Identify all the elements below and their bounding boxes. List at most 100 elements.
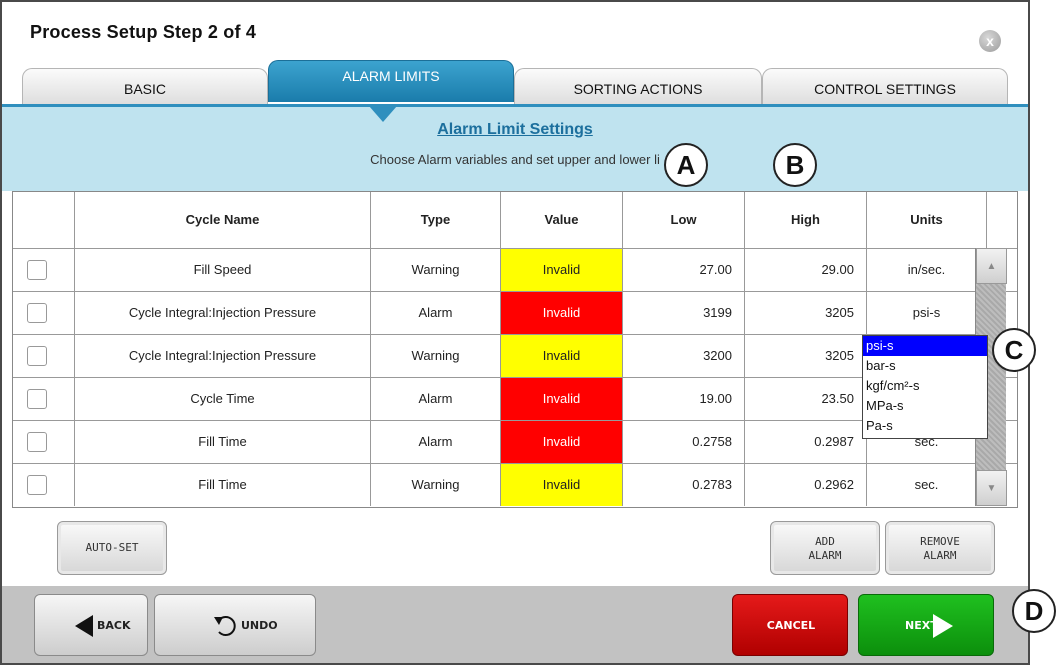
next-arrow-icon [933, 614, 953, 638]
undo-button[interactable]: UNDO [154, 594, 316, 656]
value-cell: Invalid [501, 249, 623, 291]
type-cell: Alarm [371, 378, 501, 420]
low-input[interactable]: 0.2758 [623, 421, 745, 463]
row-checkbox[interactable] [27, 432, 47, 452]
cycle-name-cell: Cycle Time [75, 378, 371, 420]
type-cell: Warning [371, 249, 501, 291]
units-option-mpa-s[interactable]: MPa-s [863, 396, 987, 416]
close-icon[interactable]: x [979, 30, 1001, 52]
value-cell: Invalid [501, 335, 623, 377]
low-input[interactable]: 0.2783 [623, 464, 745, 506]
low-input[interactable]: 3199 [623, 292, 745, 334]
high-input[interactable]: 23.50 [745, 378, 867, 420]
header-select [13, 192, 75, 248]
header-low: Low [623, 192, 745, 248]
remove-alarm-label-2: ALARM [923, 549, 957, 562]
settings-banner: Alarm Limit Settings Choose Alarm variab… [2, 107, 1028, 191]
high-input[interactable]: 29.00 [745, 249, 867, 291]
next-button[interactable]: NEXT [858, 594, 994, 656]
type-cell: Alarm [371, 421, 501, 463]
units-option-kgf-cm2-s[interactable]: kgf/cm²-s [863, 376, 987, 396]
units-option-pa-s[interactable]: Pa-s [863, 416, 987, 436]
type-cell: Warning [371, 464, 501, 506]
callout-b: B [773, 143, 817, 187]
type-cell: Alarm [371, 292, 501, 334]
low-input[interactable]: 27.00 [623, 249, 745, 291]
back-arrow-icon [75, 615, 93, 637]
scroll-up-icon[interactable]: ▲ [976, 248, 1007, 284]
low-input[interactable]: 3200 [623, 335, 745, 377]
callout-a: A [664, 143, 708, 187]
row-select [13, 378, 75, 420]
header-value: Value [501, 192, 623, 248]
high-input[interactable]: 3205 [745, 292, 867, 334]
undo-icon [214, 616, 236, 636]
row-select [13, 292, 75, 334]
scroll-down-icon[interactable]: ▼ [976, 470, 1007, 506]
units-value: psi-s [912, 305, 941, 320]
cycle-name-cell: Cycle Integral:Injection Pressure [75, 292, 371, 334]
title-bar: Process Setup Step 2 of 4 x [2, 2, 1028, 64]
tab-bar: BASIC ALARM LIMITS SORTING ACTIONS CONTR… [2, 60, 1028, 106]
tab-basic[interactable]: BASIC [22, 68, 268, 104]
value-cell: Invalid [501, 464, 623, 506]
cancel-label: CANCEL [766, 619, 816, 632]
banner-subtitle: Choose Alarm variables and set upper and… [370, 152, 660, 167]
callout-c: C [992, 328, 1036, 372]
units-select[interactable]: sec.▽ [867, 464, 987, 506]
banner-title: Alarm Limit Settings [437, 121, 593, 138]
units-value: sec. [914, 477, 939, 492]
table-row[interactable]: Cycle Integral:Injection Pressure Alarm … [13, 292, 1017, 335]
back-label: BACK [97, 619, 131, 632]
units-option-bar-s[interactable]: bar-s [863, 356, 987, 376]
high-input[interactable]: 0.2987 [745, 421, 867, 463]
callout-d: D [1012, 589, 1056, 633]
table-row[interactable]: Fill Speed Warning Invalid 27.00 29.00 i… [13, 249, 1017, 292]
cycle-name-cell: Cycle Integral:Injection Pressure [75, 335, 371, 377]
row-select [13, 421, 75, 463]
cycle-name-cell: Fill Speed [75, 249, 371, 291]
table-header: Cycle Name Type Value Low High Units [13, 192, 1017, 249]
header-cycle-name: Cycle Name [75, 192, 371, 248]
header-units: Units [867, 192, 987, 248]
high-input[interactable]: 0.2962 [745, 464, 867, 506]
row-checkbox[interactable] [27, 475, 47, 495]
back-button[interactable]: BACK [34, 594, 148, 656]
units-value: in/sec. [907, 262, 946, 277]
header-type: Type [371, 192, 501, 248]
remove-alarm-button[interactable]: REMOVE ALARM [885, 521, 995, 575]
window-title: Process Setup Step 2 of 4 [30, 22, 257, 42]
units-dropdown-list[interactable]: psi-s bar-s kgf/cm²-s MPa-s Pa-s [862, 335, 988, 439]
tab-sorting-actions[interactable]: SORTING ACTIONS [514, 68, 762, 104]
header-high: High [745, 192, 867, 248]
tab-alarm-limits[interactable]: ALARM LIMITS [268, 60, 514, 102]
active-tab-pointer [369, 106, 397, 122]
cycle-name-cell: Fill Time [75, 421, 371, 463]
add-alarm-button[interactable]: ADD ALARM [770, 521, 880, 575]
units-select[interactable]: psi-s△ [867, 292, 987, 334]
units-option-psi-s[interactable]: psi-s [863, 336, 987, 356]
value-cell: Invalid [501, 292, 623, 334]
tab-control-settings[interactable]: CONTROL SETTINGS [762, 68, 1008, 104]
cycle-name-cell: Fill Time [75, 464, 371, 506]
row-select [13, 249, 75, 291]
units-select[interactable]: in/sec.▽ [867, 249, 987, 291]
process-setup-window: Process Setup Step 2 of 4 x BASIC ALARM … [0, 0, 1030, 665]
auto-set-button[interactable]: AUTO-SET [57, 521, 167, 575]
row-select [13, 335, 75, 377]
table-row[interactable]: Fill Time Warning Invalid 0.2783 0.2962 … [13, 464, 1017, 507]
high-input[interactable]: 3205 [745, 335, 867, 377]
value-cell: Invalid [501, 421, 623, 463]
row-checkbox[interactable] [27, 260, 47, 280]
row-checkbox[interactable] [27, 346, 47, 366]
row-checkbox[interactable] [27, 303, 47, 323]
add-alarm-label-1: ADD [815, 535, 835, 548]
add-alarm-label-2: ALARM [808, 549, 842, 562]
undo-label: UNDO [241, 619, 278, 632]
footer-bar: BACK UNDO CANCEL NEXT [2, 586, 1028, 663]
cancel-button[interactable]: CANCEL [732, 594, 848, 656]
remove-alarm-label-1: REMOVE [920, 535, 960, 548]
low-input[interactable]: 19.00 [623, 378, 745, 420]
type-cell: Warning [371, 335, 501, 377]
row-checkbox[interactable] [27, 389, 47, 409]
